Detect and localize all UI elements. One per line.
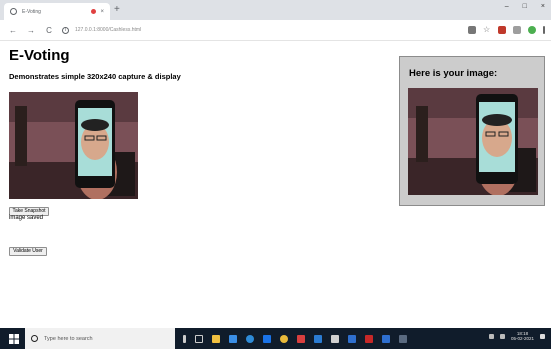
- info-icon[interactable]: i: [62, 26, 69, 34]
- profile-icon[interactable]: [528, 26, 536, 34]
- close-window-button[interactable]: ×: [541, 3, 545, 10]
- file-explorer-icon[interactable]: [212, 334, 220, 343]
- clock[interactable]: 18:18 05-02-2021: [511, 331, 534, 341]
- tab-strip: E-Voting × + – □ ×: [0, 0, 551, 20]
- webcam-preview: [9, 92, 138, 199]
- notification-icon[interactable]: [540, 333, 545, 339]
- network-icon[interactable]: [488, 333, 494, 339]
- globe-icon: [10, 8, 17, 15]
- search-icon: [31, 335, 38, 342]
- status-text: image saved: [9, 215, 44, 221]
- taskbar-search[interactable]: Type here to search: [25, 328, 175, 349]
- recording-indicator-icon: [91, 9, 97, 14]
- app-icon[interactable]: [348, 334, 356, 343]
- task-view-icon[interactable]: [195, 334, 203, 343]
- app-icon[interactable]: [263, 334, 271, 343]
- url-text: 127.0.0.1:8000/Cashless.html: [75, 27, 142, 33]
- captured-image: [408, 88, 538, 195]
- app-icon[interactable]: [297, 334, 305, 343]
- pinned-apps: [183, 334, 407, 343]
- tab-close-icon[interactable]: ×: [100, 9, 104, 15]
- back-button[interactable]: ←: [8, 26, 18, 35]
- page-title: E-Voting: [9, 47, 70, 64]
- microphone-icon[interactable]: [183, 334, 186, 343]
- webcam-frame-image: [9, 92, 138, 199]
- app-icon[interactable]: [382, 334, 390, 343]
- new-tab-button[interactable]: +: [114, 4, 120, 16]
- clock-date: 05-02-2021: [510, 336, 534, 341]
- chrome-icon[interactable]: [280, 334, 288, 343]
- volume-icon[interactable]: [499, 333, 505, 339]
- address-bar[interactable]: i 127.0.0.1:8000/Cashless.html: [62, 23, 482, 37]
- window-controls: – □ ×: [505, 3, 545, 10]
- app-icon[interactable]: [365, 334, 373, 343]
- mail-icon[interactable]: [314, 334, 322, 343]
- store-icon[interactable]: [229, 334, 237, 343]
- tab-title: E-Voting: [22, 8, 41, 15]
- edge-icon[interactable]: [246, 334, 254, 343]
- browser-window: E-Voting × + – □ × ← → C i 127.0.0.1:800…: [0, 0, 551, 349]
- star-icon[interactable]: ☆: [483, 26, 491, 34]
- system-tray: 18:18 05-02-2021: [488, 331, 545, 341]
- browser-tab[interactable]: E-Voting ×: [4, 3, 110, 20]
- camera-permission-icon[interactable]: [468, 26, 476, 34]
- validate-user-button[interactable]: Validate User: [9, 247, 47, 256]
- app-icon[interactable]: [399, 334, 407, 343]
- menu-icon[interactable]: [543, 26, 545, 34]
- reload-button[interactable]: C: [44, 26, 54, 35]
- captured-frame-image: [408, 88, 538, 195]
- extension-icon[interactable]: [498, 26, 506, 34]
- search-placeholder: Type here to search: [44, 335, 93, 342]
- forward-button[interactable]: →: [26, 26, 36, 35]
- maximize-button[interactable]: □: [523, 3, 527, 10]
- photos-icon[interactable]: [331, 334, 339, 343]
- extension-icon[interactable]: [513, 26, 521, 34]
- windows-start-icon[interactable]: [9, 333, 19, 344]
- taskbar: Type here to search: [0, 328, 551, 349]
- result-heading: Here is your image:: [409, 68, 498, 79]
- page-subtitle: Demonstrates simple 320x240 capture & di…: [9, 72, 181, 81]
- minimize-button[interactable]: –: [505, 3, 509, 10]
- result-panel: Here is your image:: [399, 56, 545, 206]
- toolbar-extensions: ☆: [468, 26, 545, 34]
